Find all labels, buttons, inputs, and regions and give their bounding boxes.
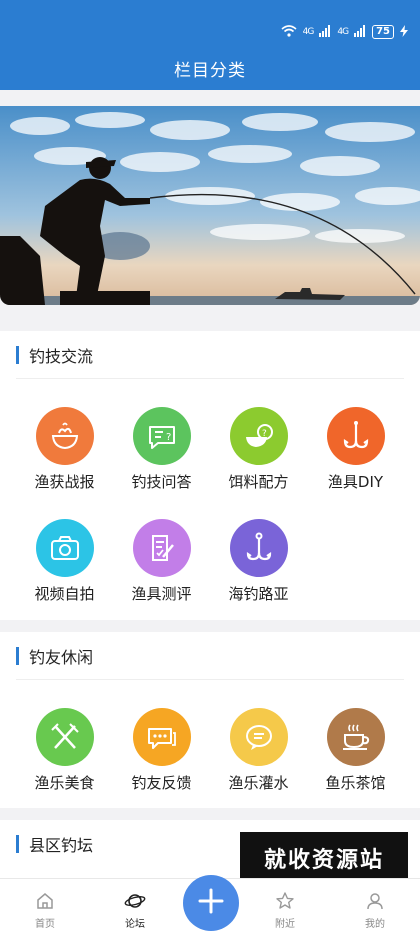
cutlery-icon [35,708,94,766]
category-label: 钓友反馈 [131,774,192,792]
bait-bowl-icon: ? [229,407,288,465]
category-label: 渔具DIY [327,473,384,491]
category-yuhuo[interactable]: 渔获战报 [12,407,117,492]
chat-bubble-icon [229,708,288,766]
section-header: 钓技交流 [16,331,404,379]
tab-home[interactable]: 首页 [3,879,87,930]
category-label: 渔乐灌水 [228,774,289,792]
charging-icon [400,24,408,40]
camera-icon [35,519,94,577]
section-title: 钓技交流 [29,346,94,366]
category-teahouse[interactable]: 鱼乐茶馆 [303,708,408,793]
category-label: 渔乐美食 [34,774,95,792]
tab-label: 论坛 [125,919,145,930]
section-fishing-tech: 钓技交流 渔获战报 ? 钓技问答 ? 饵料配方 渔具DIY 视频自拍 渔具测评 … [0,331,420,620]
tab-label: 附近 [275,919,295,930]
banner-image[interactable] [0,106,420,305]
category-food[interactable]: 渔乐美食 [12,708,117,793]
chat-question-icon: ? [132,407,191,465]
tab-forum[interactable]: 论坛 [93,879,177,930]
tab-label: 我的 [365,919,385,930]
post-button[interactable] [183,875,239,931]
category-review[interactable]: 渔具测评 [109,519,214,604]
star-icon [243,891,327,913]
category-qa[interactable]: ? 钓技问答 [109,407,214,492]
category-label: 钓技问答 [131,473,192,491]
category-sea-lure[interactable]: 海钓路亚 [206,519,311,604]
section-header: 钓友休闲 [16,632,404,680]
planet-icon [93,891,177,913]
section-leisure: 钓友休闲 渔乐美食 钓友反馈 渔乐灌水 鱼乐茶馆 [0,632,420,808]
section-accent-bar [16,345,19,364]
signal-bars-icon [319,24,331,40]
category-diy[interactable]: 渔具DIY [303,407,408,492]
signal-bars-icon [354,24,366,40]
category-bait[interactable]: ? 饵料配方 [206,407,311,492]
category-label: 渔具测评 [131,585,192,603]
user-icon [333,891,417,913]
feedback-icon [132,708,191,766]
section-accent-bar [16,646,19,665]
home-icon [3,891,87,913]
category-label: 渔获战报 [34,473,95,491]
category-label: 鱼乐茶馆 [325,774,386,792]
category-chat[interactable]: 渔乐灌水 [206,708,311,793]
svg-text:?: ? [262,429,267,439]
review-icon [132,519,191,577]
tea-cup-icon [326,708,385,766]
category-video[interactable]: 视频自拍 [12,519,117,604]
watermark-badge: 就收资源站 [240,832,408,884]
section-accent-bar [16,835,19,853]
fish-hook-icon [326,407,385,465]
category-label: 视频自拍 [34,585,95,603]
lure-hook-icon [229,519,288,577]
section-title: 钓友休闲 [29,647,94,667]
category-feedback[interactable]: 钓友反馈 [109,708,214,793]
battery-indicator: 75 [372,25,394,39]
tab-label: 首页 [35,919,55,930]
tab-nearby[interactable]: 附近 [243,879,327,930]
tab-profile[interactable]: 我的 [333,879,417,930]
category-label: 饵料配方 [228,473,289,491]
status-bar: 4G 4G 75 [281,22,408,42]
section-title: 县区钓坛 [29,836,94,855]
signal-2-label: 4G [337,27,349,37]
wifi-icon [281,24,297,40]
category-label: 海钓路亚 [228,585,289,603]
app-header: 4G 4G 75 栏目分类 [0,0,420,90]
page-title: 栏目分类 [174,61,246,81]
signal-1-label: 4G [302,27,315,37]
svg-text:?: ? [166,432,171,443]
bowl-icon [35,407,94,465]
plus-icon [197,887,225,919]
